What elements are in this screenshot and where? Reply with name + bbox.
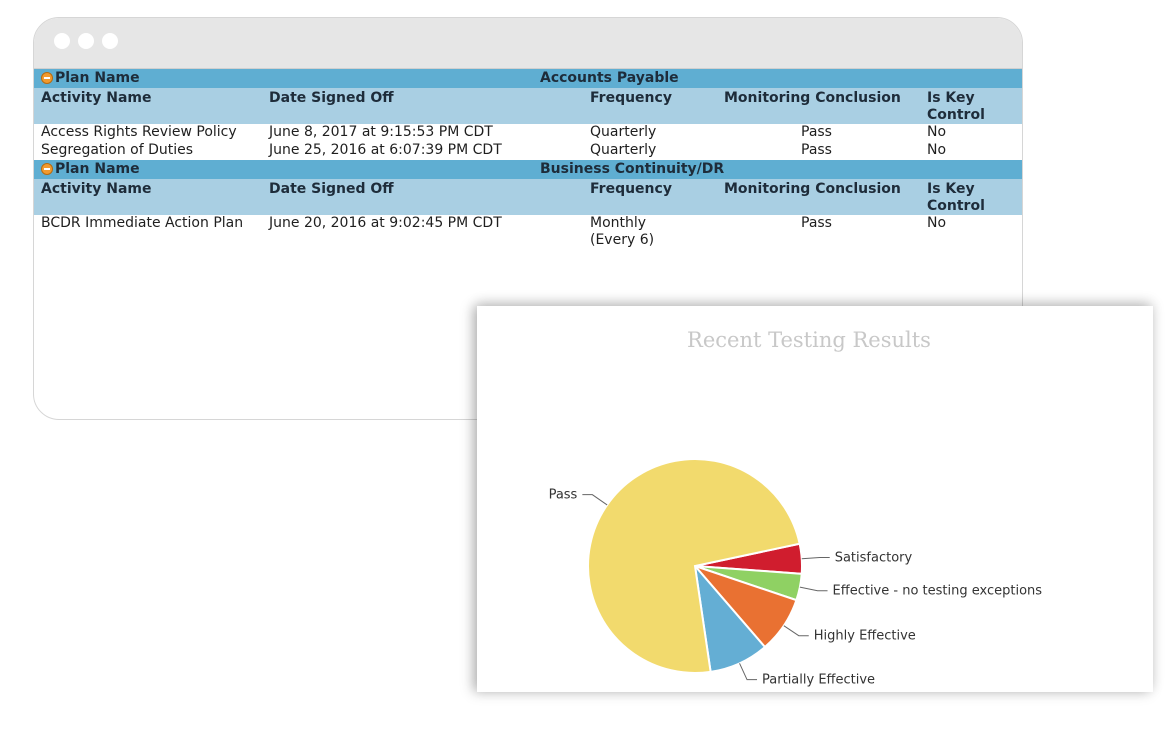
header-is-key-control-line1: Is Key (927, 181, 975, 197)
date-signed-off-cell: June 25, 2016 at 6:07:39 PM CDT (269, 142, 502, 158)
header-frequency[interactable]: Frequency (590, 181, 715, 198)
key-control-cell: No (927, 215, 947, 231)
header-is-key-control[interactable]: Is Key Control (927, 90, 1022, 124)
header-frequency[interactable]: Frequency (590, 90, 715, 107)
frequency-value: Monthly (590, 215, 647, 231)
frequency-interval: (Every 6) (590, 232, 655, 248)
header-is-key-control-line2: Control (927, 198, 985, 214)
key-control-cell: No (927, 142, 947, 158)
activity-name-cell[interactable]: Segregation of Duties (41, 142, 266, 159)
header-is-key-control-line2: Control (927, 107, 985, 123)
frequency-cell: Quarterly (590, 142, 657, 158)
monitoring-conclusion-cell: Pass (801, 142, 832, 158)
header-monitoring-conclusion[interactable]: Monitoring Conclusion (724, 90, 909, 107)
pie-leader-line (739, 663, 758, 681)
pie-leader-line (801, 556, 830, 560)
collapse-minus-icon[interactable] (41, 163, 53, 175)
header-date-signed-off[interactable]: Date Signed Off (269, 90, 584, 107)
pie-leader-line (582, 494, 608, 506)
header-activity-name[interactable]: Activity Name (41, 90, 266, 107)
pie-leader-line (799, 586, 828, 592)
activity-name-cell[interactable]: BCDR Immediate Action Plan (41, 215, 266, 232)
pie-label: Highly Effective (814, 629, 916, 644)
pie-label: Effective - no testing exceptions (833, 584, 1043, 599)
table-row[interactable]: Segregation of Duties June 25, 2016 at 6… (34, 142, 1022, 160)
window-close-dot[interactable] (54, 33, 70, 49)
plan-group-header: Plan Name Business Continuity/DR (34, 160, 1022, 179)
date-signed-off-cell: June 8, 2017 at 9:15:53 PM CDT (269, 124, 493, 140)
activity-name-cell[interactable]: Access Rights Review Policy (41, 124, 266, 141)
frequency-cell: Monthly (Every 6) (590, 215, 715, 249)
plan-name-label: Plan Name (55, 70, 140, 86)
plan-group-header: Plan Name Accounts Payable (34, 69, 1022, 88)
recent-testing-results-panel: Recent Testing Results Satisfactory Effec… (477, 306, 1153, 692)
header-activity-name[interactable]: Activity Name (41, 181, 266, 198)
pie-label: Pass (549, 488, 578, 503)
table-row[interactable]: Access Rights Review Policy June 8, 2017… (34, 124, 1022, 142)
monitoring-report-table: Plan Name Accounts Payable Activity Name… (34, 69, 1022, 251)
date-signed-off-cell: June 20, 2016 at 9:02:45 PM CDT (269, 215, 502, 231)
pie-chart: Satisfactory Effective - no testing excep… (549, 458, 1043, 688)
window-minimize-dot[interactable] (78, 33, 94, 49)
frequency-cell: Quarterly (590, 124, 657, 140)
table-row[interactable]: BCDR Immediate Action Plan June 20, 2016… (34, 215, 1022, 251)
header-monitoring-conclusion[interactable]: Monitoring Conclusion (724, 181, 909, 198)
plan-name-label: Plan Name (55, 161, 140, 177)
pie-leader-line (783, 625, 809, 637)
column-header-row: Activity Name Date Signed Off Frequency … (34, 179, 1022, 215)
header-is-key-control[interactable]: Is Key Control (927, 181, 1022, 215)
monitoring-conclusion-cell: Pass (801, 215, 832, 231)
collapse-minus-icon[interactable] (41, 72, 53, 84)
browser-title-bar (34, 18, 1022, 69)
window-maximize-dot[interactable] (102, 33, 118, 49)
monitoring-conclusion-cell: Pass (801, 124, 832, 140)
key-control-cell: No (927, 124, 947, 140)
header-is-key-control-line1: Is Key (927, 90, 975, 106)
plan-name-value: Accounts Payable (540, 70, 679, 86)
pie-label: Satisfactory (835, 550, 913, 565)
pie-label: Partially Effective (762, 673, 875, 688)
header-date-signed-off[interactable]: Date Signed Off (269, 181, 584, 198)
column-header-row: Activity Name Date Signed Off Frequency … (34, 88, 1022, 124)
plan-name-value: Business Continuity/DR (540, 161, 725, 177)
